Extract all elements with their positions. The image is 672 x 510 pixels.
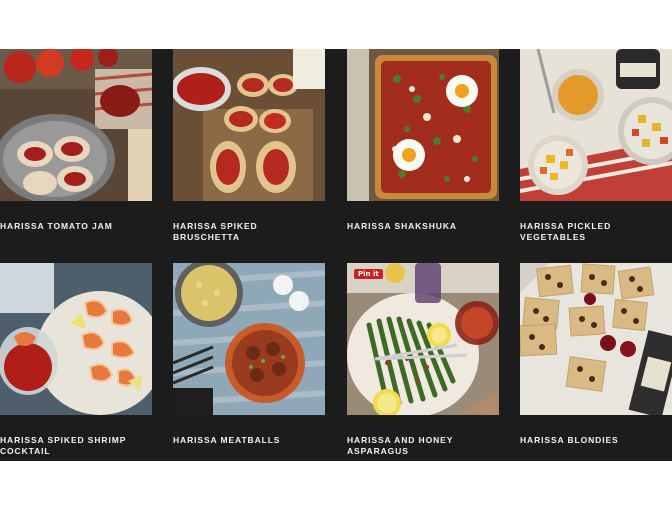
asparagus-photo[interactable]: Pin it bbox=[347, 263, 499, 415]
recipe-title[interactable]: HARISSA TOMATO JAM bbox=[0, 221, 152, 232]
recipe-title[interactable]: HARISSA BLONDIES bbox=[520, 435, 672, 446]
recipe-title[interactable]: HARISSA SPIKED BRUSCHETTA bbox=[173, 221, 325, 243]
recipe-card-shakshuka[interactable]: HARISSA SHAKSHUKA bbox=[347, 49, 499, 232]
recipe-card-tomato-jam[interactable]: HARISSA TOMATO JAM bbox=[0, 49, 152, 232]
pin-it-button[interactable]: Pin it bbox=[354, 269, 383, 279]
recipe-card-bruschetta[interactable]: HARISSA SPIKED BRUSCHETTA bbox=[173, 49, 325, 243]
recipe-title[interactable]: HARISSA SHAKSHUKA bbox=[347, 221, 499, 232]
recipe-grid-panel: HARISSA TOMATO JAM HARISSA SPIKED BRUSCH… bbox=[0, 49, 672, 461]
recipe-title[interactable]: HARISSA SPIKED SHRIMP COCKTAIL bbox=[0, 435, 152, 457]
recipe-card-asparagus[interactable]: Pin it HARISSA AND HONEY ASPARAGUS bbox=[347, 263, 499, 457]
blondies-photo[interactable] bbox=[520, 263, 672, 415]
recipe-title[interactable]: HARISSA AND HONEY ASPARAGUS bbox=[347, 435, 499, 457]
recipe-title[interactable]: HARISSA PICKLED VEGETABLES bbox=[520, 221, 672, 243]
shrimp-cocktail-photo[interactable] bbox=[0, 263, 152, 415]
pickled-vegetables-photo[interactable] bbox=[520, 49, 672, 201]
shakshuka-photo[interactable] bbox=[347, 49, 499, 201]
tomato-jam-photo[interactable] bbox=[0, 49, 152, 201]
recipe-title[interactable]: HARISSA MEATBALLS bbox=[173, 435, 325, 446]
meatballs-photo[interactable] bbox=[173, 263, 325, 415]
recipe-card-shrimp-cocktail[interactable]: HARISSA SPIKED SHRIMP COCKTAIL bbox=[0, 263, 152, 457]
recipe-card-blondies[interactable]: HARISSA BLONDIES bbox=[520, 263, 672, 446]
recipe-card-pickled-vegetables[interactable]: HARISSA PICKLED VEGETABLES bbox=[520, 49, 672, 243]
recipe-card-meatballs[interactable]: HARISSA MEATBALLS bbox=[173, 263, 325, 446]
bruschetta-photo[interactable] bbox=[173, 49, 325, 201]
